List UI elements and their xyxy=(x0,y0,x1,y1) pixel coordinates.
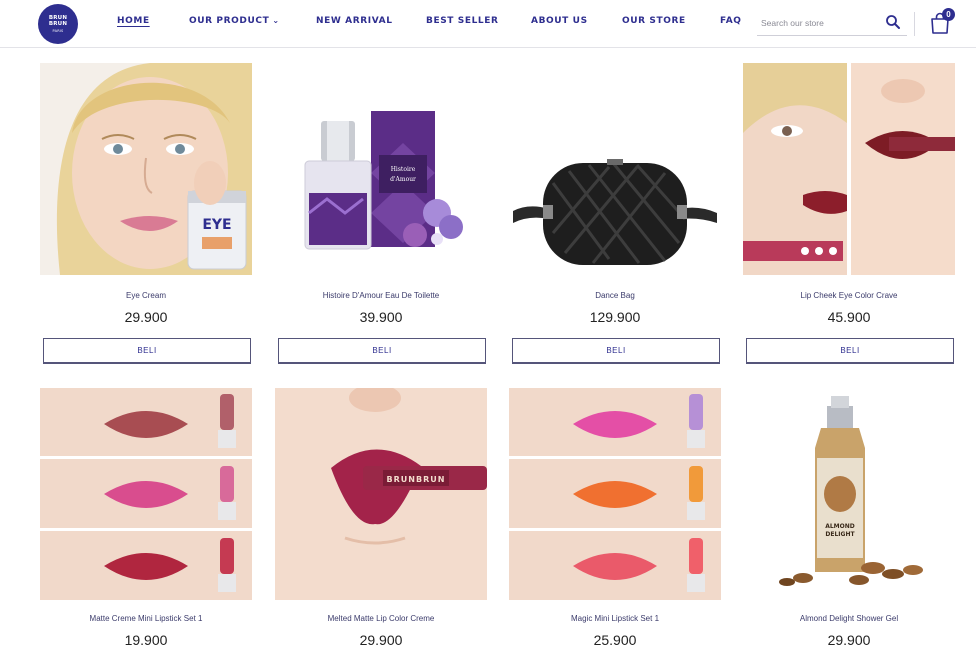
svg-text:d'Amour: d'Amour xyxy=(390,176,416,183)
search-input[interactable] xyxy=(761,14,877,32)
product-image-dance-bag[interactable] xyxy=(509,63,721,275)
search-icon[interactable] xyxy=(885,14,901,30)
product-image-lip-cheek-eye[interactable] xyxy=(743,63,955,275)
svg-text:Histoire: Histoire xyxy=(391,166,416,173)
cart-count-badge: 0 xyxy=(942,8,955,21)
nav-home[interactable]: HOME xyxy=(117,16,150,26)
product-name[interactable]: Matte Creme Mini Lipstick Set 1 xyxy=(40,614,252,623)
buy-button[interactable]: BELI xyxy=(746,338,954,364)
nav-our-product[interactable]: OUR PRODUCT ⌄ xyxy=(189,16,280,26)
product-image-perfume[interactable]: Histoire d'Amour xyxy=(275,63,487,275)
product-image-melted-matte[interactable]: BRUNBRUN xyxy=(275,388,487,600)
nav-new-arrival[interactable]: NEW ARRIVAL xyxy=(316,16,393,26)
product-name[interactable]: Melted Matte Lip Color Creme xyxy=(275,614,487,623)
product-image-matte-creme-set[interactable] xyxy=(40,388,252,600)
header-divider xyxy=(914,12,915,36)
svg-text:EYE: EYE xyxy=(202,217,231,233)
product-price: 39.900 xyxy=(359,309,403,325)
nav-about-us[interactable]: ABOUT US xyxy=(531,16,588,26)
product-image-shower-gel[interactable]: ALMOND DELIGHT xyxy=(743,388,955,600)
product-price: 29.900 xyxy=(827,632,871,648)
product-image-eye-cream[interactable]: EYE xyxy=(40,63,252,275)
product-name[interactable]: Dance Bag xyxy=(509,291,721,300)
svg-text:BRUNBRUN: BRUNBRUN xyxy=(387,475,446,484)
nav-best-seller[interactable]: BEST SELLER xyxy=(426,16,499,26)
nav-faq[interactable]: FAQ xyxy=(720,16,742,26)
product-price: 29.900 xyxy=(124,309,168,325)
buy-button[interactable]: BELI xyxy=(278,338,486,364)
search-box xyxy=(757,10,907,36)
nav-our-product-label: OUR PRODUCT xyxy=(189,16,270,26)
site-header: BRUN BRUN PARIS HOME OUR PRODUCT ⌄ NEW AR… xyxy=(0,0,976,48)
product-name[interactable]: Magic Mini Lipstick Set 1 xyxy=(509,614,721,623)
product-price: 29.900 xyxy=(359,632,403,648)
chevron-down-icon: ⌄ xyxy=(272,16,280,25)
nav-our-store[interactable]: OUR STORE xyxy=(622,16,686,26)
buy-button[interactable]: BELI xyxy=(512,338,720,364)
product-price: 25.900 xyxy=(593,632,637,648)
product-name[interactable]: Eye Cream xyxy=(40,291,252,300)
svg-text:DELIGHT: DELIGHT xyxy=(825,531,855,538)
product-name[interactable]: Histoire D'Amour Eau De Toilette xyxy=(275,291,487,300)
svg-text:ALMOND: ALMOND xyxy=(825,523,855,530)
product-price: 129.900 xyxy=(589,309,641,325)
product-price: 45.900 xyxy=(827,309,871,325)
product-price: 19.900 xyxy=(124,632,168,648)
product-image-magic-mini-set[interactable] xyxy=(509,388,721,600)
buy-button[interactable]: BELI xyxy=(43,338,251,364)
product-name[interactable]: Almond Delight Shower Gel xyxy=(743,614,955,623)
product-name[interactable]: Lip Cheek Eye Color Crave xyxy=(743,291,955,300)
main-nav: HOME OUR PRODUCT ⌄ NEW ARRIVAL BEST SELLE… xyxy=(0,0,760,44)
